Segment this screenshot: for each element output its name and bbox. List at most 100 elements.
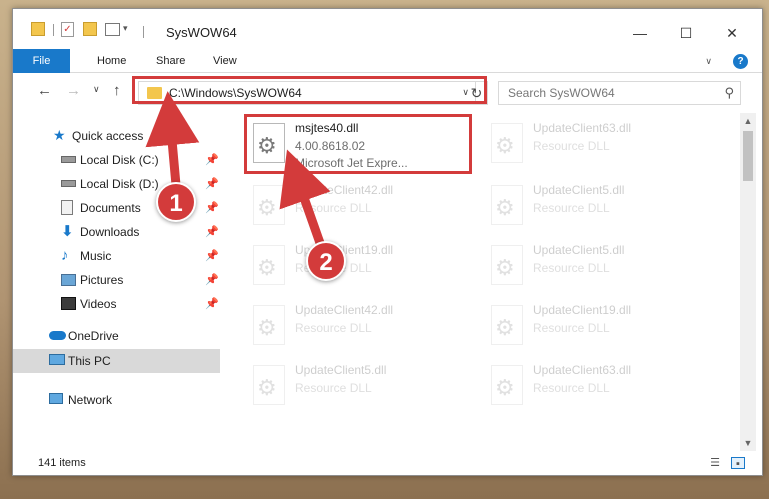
cloud-icon: [49, 331, 66, 340]
file-name: UpdateClient63.dll: [533, 363, 632, 377]
music-icon: ♪: [61, 247, 69, 264]
file-item[interactable]: ⚙ UpdateClient5.dll Resource DLL: [485, 179, 715, 239]
tab-share[interactable]: Share: [156, 49, 185, 73]
gear-icon: ⚙: [257, 195, 277, 220]
pin-icon[interactable]: 📌: [205, 177, 219, 190]
file-name: UpdateClient5.dll: [533, 183, 625, 197]
expand-ribbon-icon[interactable]: ∨: [705, 56, 712, 67]
search-icon[interactable]: ⚲: [724, 85, 734, 101]
sidebar-item-label: Local Disk (D:): [80, 177, 159, 191]
divider: [53, 24, 54, 36]
file-item[interactable]: ⚙ UpdateClient63.dll Resource DLL: [485, 117, 715, 177]
file-name: UpdateClient5.dll: [295, 363, 387, 377]
view-layout-icon[interactable]: [105, 23, 120, 36]
file-name: UpdateClient42.dll: [295, 303, 394, 317]
pin-icon[interactable]: 📌: [205, 297, 219, 310]
dll-file-icon: ⚙: [253, 245, 285, 285]
details-view-icon[interactable]: ☰: [708, 457, 722, 469]
dll-file-icon: ⚙: [491, 185, 523, 225]
sidebar-item-label: Documents: [80, 201, 141, 215]
file-item[interactable]: ⚙ UpdateClient42.dll Resource DLL: [247, 299, 477, 359]
scrollbar-thumb[interactable]: [743, 131, 753, 181]
file-item[interactable]: ⚙ UpdateClient19.dll Resource DLL: [485, 299, 715, 359]
address-bar-highlight: [132, 76, 487, 104]
file-description: Resource DLL: [295, 381, 372, 395]
drive-icon: [61, 156, 76, 163]
dll-file-icon: ⚙: [491, 245, 523, 285]
up-arrow-icon[interactable]: ↑: [113, 82, 121, 99]
dll-file-icon: ⚙: [253, 365, 285, 405]
file-description: Resource DLL: [533, 321, 610, 335]
file-name: UpdateClient19.dll: [533, 303, 632, 317]
dll-file-icon: ⚙: [491, 305, 523, 345]
documents-icon: [61, 200, 73, 215]
scroll-down-icon[interactable]: ▼: [740, 435, 756, 451]
sidebar-item-label: Videos: [80, 297, 117, 311]
gear-icon: ⚙: [257, 315, 277, 340]
dll-file-icon: ⚙: [491, 365, 523, 405]
gear-icon: ⚙: [495, 195, 515, 220]
new-folder-icon[interactable]: [83, 22, 97, 36]
window-title: SysWOW64: [166, 25, 237, 40]
download-icon: ⬇: [61, 223, 74, 240]
search-placeholder: Search SysWOW64: [508, 86, 615, 100]
sidebar-item-label: This PC: [68, 354, 111, 368]
star-icon: ★: [53, 127, 66, 143]
callout-badge-1: 1: [156, 182, 196, 222]
pin-icon[interactable]: 📌: [205, 201, 219, 214]
minimize-button[interactable]: —: [617, 17, 663, 49]
sidebar-item-label: Music: [80, 249, 112, 263]
file-description: Resource DLL: [533, 139, 610, 153]
network-icon: [49, 393, 63, 404]
folder-icon: [31, 22, 45, 36]
tab-view[interactable]: View: [213, 49, 237, 73]
pin-icon[interactable]: 📌: [205, 153, 219, 166]
gear-icon: ⚙: [495, 133, 515, 158]
forward-arrow-icon[interactable]: →: [66, 82, 81, 99]
sidebar-item-label: Downloads: [80, 225, 140, 239]
tab-home[interactable]: Home: [97, 49, 126, 73]
dll-file-icon: ⚙: [491, 123, 523, 163]
file-highlight: [244, 114, 472, 174]
file-description: Resource DLL: [533, 381, 610, 395]
file-item[interactable]: ⚙ UpdateClient5.dll Resource DLL: [485, 239, 715, 299]
properties-icon[interactable]: ✓: [61, 22, 74, 37]
search-input[interactable]: Search SysWOW64 ⚲: [498, 81, 741, 105]
sidebar-item-label: Network: [68, 393, 113, 407]
file-name: UpdateClient42.dll: [295, 183, 394, 197]
gear-icon: ⚙: [495, 375, 515, 400]
item-count: 141 items: [38, 457, 86, 469]
file-description: Resource DLL: [533, 201, 610, 215]
file-item[interactable]: ⚙ UpdateClient42.dll Resource DLL: [247, 179, 477, 239]
pin-icon[interactable]: 📌: [205, 249, 219, 262]
sidebar-item-label: OneDrive: [68, 329, 119, 343]
sidebar-item-label: Local Disk (C:): [80, 153, 159, 167]
large-icons-view-icon[interactable]: ▪: [731, 457, 745, 470]
gear-icon: ⚙: [257, 375, 277, 400]
tab-file[interactable]: File: [13, 49, 70, 73]
file-item[interactable]: ⚙ UpdateClient5.dll Resource DLL: [247, 359, 477, 419]
pin-icon[interactable]: 📌: [205, 273, 219, 286]
vertical-scrollbar[interactable]: ▲ ▼: [740, 113, 756, 451]
computer-icon: [49, 354, 65, 365]
file-name: UpdateClient5.dll: [533, 243, 625, 257]
file-item[interactable]: ⚙ UpdateClient63.dll Resource DLL: [485, 359, 715, 419]
gear-icon: ⚙: [495, 315, 515, 340]
file-description: Resource DLL: [295, 201, 372, 215]
customize-toolbar-icon[interactable]: ▾: [123, 23, 128, 34]
file-name: UpdateClient63.dll: [533, 121, 632, 135]
back-arrow-icon[interactable]: ←: [37, 82, 52, 99]
maximize-button[interactable]: ☐: [663, 17, 709, 49]
scroll-up-icon[interactable]: ▲: [740, 113, 756, 129]
ribbon-tabs: File Home Share View ∨ ?: [13, 49, 762, 73]
close-button[interactable]: ✕: [709, 17, 755, 49]
drive-icon: [61, 180, 76, 187]
file-description: Resource DLL: [295, 321, 372, 335]
help-icon[interactable]: ?: [733, 54, 748, 69]
gear-icon: ⚙: [257, 255, 277, 280]
title-bar: ✓ ▾ SysWOW64 — ☐ ✕: [13, 9, 762, 49]
dll-file-icon: ⚙: [253, 185, 285, 225]
file-item[interactable]: ⚙ UpdateClient19.dll Resource DLL: [247, 239, 477, 299]
pin-icon[interactable]: 📌: [205, 225, 219, 238]
recent-locations-icon[interactable]: ∨: [93, 84, 100, 95]
